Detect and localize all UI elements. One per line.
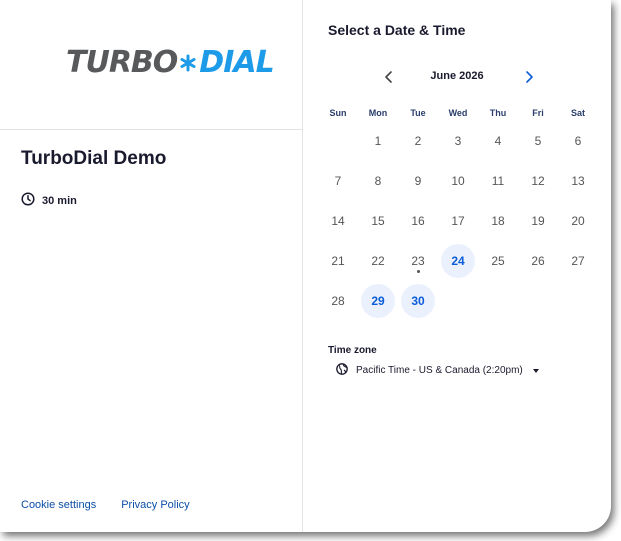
month-label: June 2026 xyxy=(430,70,484,82)
turbodial-logo: TURBO DIAL xyxy=(66,45,275,81)
day-number[interactable]: 24 xyxy=(441,244,475,278)
event-details-panel: TURBO DIAL TurboDial Demo 30 min Cookie … xyxy=(0,0,303,532)
calendar-day-available[interactable]: 29 xyxy=(358,281,398,321)
logo-text-turbo: TURBO xyxy=(66,45,178,80)
day-number[interactable]: 30 xyxy=(401,284,435,318)
calendar-day: 8 xyxy=(374,174,382,188)
logo-text-dial: DIAL xyxy=(199,45,274,80)
duration-label: 30 min xyxy=(42,194,77,207)
calendar-day: 12 xyxy=(531,174,545,188)
calendar-day: 9 xyxy=(414,174,422,188)
scheduling-card: TURBO DIAL TurboDial Demo 30 min Cookie … xyxy=(0,0,611,532)
weekday-label: Mon xyxy=(368,108,388,118)
date-picker-panel: Select a Date & Time June 2026 Sun Mon Tue… xyxy=(304,0,611,532)
calendar-day-today: 23 xyxy=(398,241,438,281)
calendar-day: 25 xyxy=(491,254,505,268)
calendar-day: 3 xyxy=(454,134,462,148)
clock-icon xyxy=(21,192,35,209)
calendar-day: 16 xyxy=(411,214,425,228)
weekday-label: Fri xyxy=(532,108,544,118)
event-duration: 30 min xyxy=(21,192,77,209)
calendar-day: 13 xyxy=(571,174,585,188)
calendar-day: 26 xyxy=(531,254,545,268)
privacy-policy-link[interactable]: Privacy Policy xyxy=(121,499,189,511)
logo-area: TURBO DIAL xyxy=(0,0,303,130)
day-number[interactable]: 29 xyxy=(361,284,395,318)
timezone-value: Pacific Time - US & Canada (2:20pm) xyxy=(356,365,523,376)
globe-icon xyxy=(336,363,348,378)
chevron-left-icon[interactable] xyxy=(382,68,396,86)
weekday-label: Wed xyxy=(448,108,468,118)
calendar-day-available[interactable]: 30 xyxy=(398,281,438,321)
weekday-label: Thu xyxy=(489,108,507,118)
calendar-day-available[interactable]: 24 xyxy=(438,241,478,281)
calendar-day: 15 xyxy=(371,214,385,228)
calendar-days-grid: 1 2 3 4 5 6 7 8 9 10 11 12 13 14 15 16 17 18 19 20 21 22 23 24 2… xyxy=(318,121,598,321)
calendar-day: 7 xyxy=(334,174,342,188)
cookie-settings-link[interactable]: Cookie settings xyxy=(21,499,96,511)
calendar-day: 17 xyxy=(451,214,465,228)
weekday-label: Tue xyxy=(410,108,426,118)
page-title: Select a Date & Time xyxy=(328,22,466,38)
calendar-day: 14 xyxy=(331,214,345,228)
caret-down-icon xyxy=(532,368,539,373)
snowflake-icon xyxy=(177,48,199,78)
calendar-day: 19 xyxy=(531,214,545,228)
calendar-day: 2 xyxy=(414,134,422,148)
calendar-day: 21 xyxy=(331,254,345,268)
month-navigation: June 2026 xyxy=(304,66,611,88)
calendar-day: 22 xyxy=(371,254,385,268)
calendar-day: 20 xyxy=(571,214,585,228)
weekday-label: Sat xyxy=(570,108,585,118)
weekday-label: Sun xyxy=(329,108,347,118)
calendar-day: 6 xyxy=(574,134,582,148)
event-title: TurboDial Demo xyxy=(21,148,167,169)
calendar-day: 10 xyxy=(451,174,465,188)
calendar-day: 1 xyxy=(374,134,382,148)
calendar-day: 18 xyxy=(491,214,505,228)
footer-links: Cookie settings Privacy Policy xyxy=(21,499,190,511)
timezone-label: Time zone xyxy=(328,345,377,356)
calendar-day: 11 xyxy=(491,174,505,188)
weekday-header: Sun Mon Tue Wed Thu Fri Sat xyxy=(318,108,598,118)
calendar-day: 28 xyxy=(331,294,345,308)
calendar-day: 27 xyxy=(571,254,585,268)
calendar-day: 5 xyxy=(534,134,542,148)
calendar-day: 4 xyxy=(494,134,502,148)
calendar-empty-cell xyxy=(318,121,358,161)
timezone-select[interactable]: Pacific Time - US & Canada (2:20pm) xyxy=(336,363,539,378)
chevron-right-icon[interactable] xyxy=(522,68,536,86)
